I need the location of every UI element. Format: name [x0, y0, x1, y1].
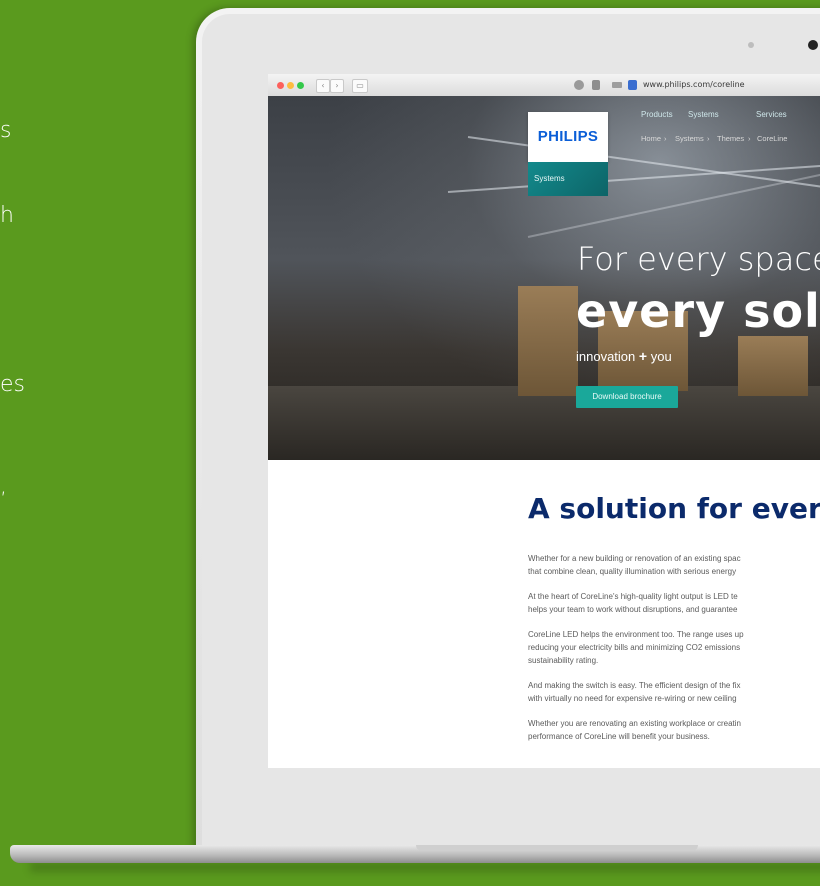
paragraph-line: Whether you are renovating an existing w…: [528, 719, 741, 728]
tagline-post: you: [650, 349, 672, 364]
chevron-left-icon: ‹: [321, 81, 325, 90]
warehouse-boxes: [738, 336, 808, 396]
logo-wordmark: PHILIPS: [537, 128, 599, 145]
sidebar-icon: ▭: [356, 81, 364, 90]
forward-button[interactable]: ›: [330, 79, 344, 93]
laptop-base: [10, 845, 820, 863]
breadcrumb-sep: ›: [707, 134, 710, 143]
fragment-2: h: [0, 203, 14, 228]
share-icon[interactable]: [592, 80, 600, 90]
paragraph-line: with virtually no need for expensive re-…: [528, 694, 737, 703]
back-button[interactable]: ‹: [316, 79, 330, 93]
breadcrumb-home[interactable]: Home: [641, 134, 661, 143]
nav-services[interactable]: Services: [756, 110, 787, 119]
browser-toolbar: ‹ › ▭ www.philips.com/coreline: [268, 74, 820, 97]
extension-icon[interactable]: [574, 80, 584, 90]
laptop-base-notch: [416, 845, 698, 851]
tagline: innovation + you: [576, 348, 672, 364]
chevron-right-icon: ›: [335, 81, 339, 90]
download-brochure-button[interactable]: Download brochure: [576, 386, 678, 408]
fragment-4: ,: [0, 474, 7, 499]
background-text-fragments: s h es ,: [0, 0, 60, 886]
tagline-plus: +: [638, 348, 648, 364]
paragraph-line: sustainability rating.: [528, 656, 599, 665]
tagline-pre: innovation: [576, 349, 636, 364]
breadcrumb-systems[interactable]: Systems: [675, 134, 704, 143]
nav-products[interactable]: Products: [641, 110, 673, 119]
camera-lens-icon: [808, 40, 818, 50]
hero-heading-line1: For every space: [577, 240, 820, 278]
section-tab-label: Systems: [534, 174, 565, 183]
breadcrumb-sep: ›: [748, 134, 751, 143]
paragraph-line: At the heart of CoreLine's high-quality …: [528, 592, 738, 601]
address-bar[interactable]: www.philips.com/coreline: [643, 80, 745, 89]
reader-icon[interactable]: [612, 82, 622, 88]
paragraph-line: helps your team to work without disrupti…: [528, 605, 738, 614]
site-favicon-icon: [628, 80, 637, 90]
warehouse-floor: [268, 386, 820, 460]
breadcrumb-sep: ›: [664, 134, 667, 143]
paragraph-line: that combine clean, quality illumination…: [528, 567, 737, 576]
maximize-window-button[interactable]: [297, 82, 304, 89]
paragraph-line: CoreLine LED helps the environment too. …: [528, 630, 744, 639]
section-tab[interactable]: Systems: [528, 162, 608, 196]
ceiling-light-line: [467, 136, 820, 189]
camera-icon: [748, 42, 754, 48]
breadcrumb-themes[interactable]: Themes: [717, 134, 744, 143]
philips-logo[interactable]: PHILIPS: [528, 112, 608, 162]
paragraph-line: Whether for a new building or renovation…: [528, 554, 741, 563]
paragraph-line: And making the switch is easy. The effic…: [528, 681, 741, 690]
breadcrumb-coreline[interactable]: CoreLine: [757, 134, 787, 143]
hero-heading-line2: every solu: [576, 284, 820, 338]
close-window-button[interactable]: [277, 82, 284, 89]
nav-systems[interactable]: Systems: [688, 110, 719, 119]
paragraph-line: reducing your electricity bills and mini…: [528, 643, 741, 652]
laptop-shadow: [30, 862, 820, 872]
minimize-window-button[interactable]: [287, 82, 294, 89]
section-heading: A solution for ever: [528, 492, 820, 525]
paragraph-line: performance of CoreLine will benefit you…: [528, 732, 710, 741]
fragment-1: s: [0, 118, 12, 143]
fragment-3: es: [0, 372, 25, 397]
warehouse-boxes: [518, 286, 578, 396]
sidebar-toggle-button[interactable]: ▭: [352, 79, 368, 93]
